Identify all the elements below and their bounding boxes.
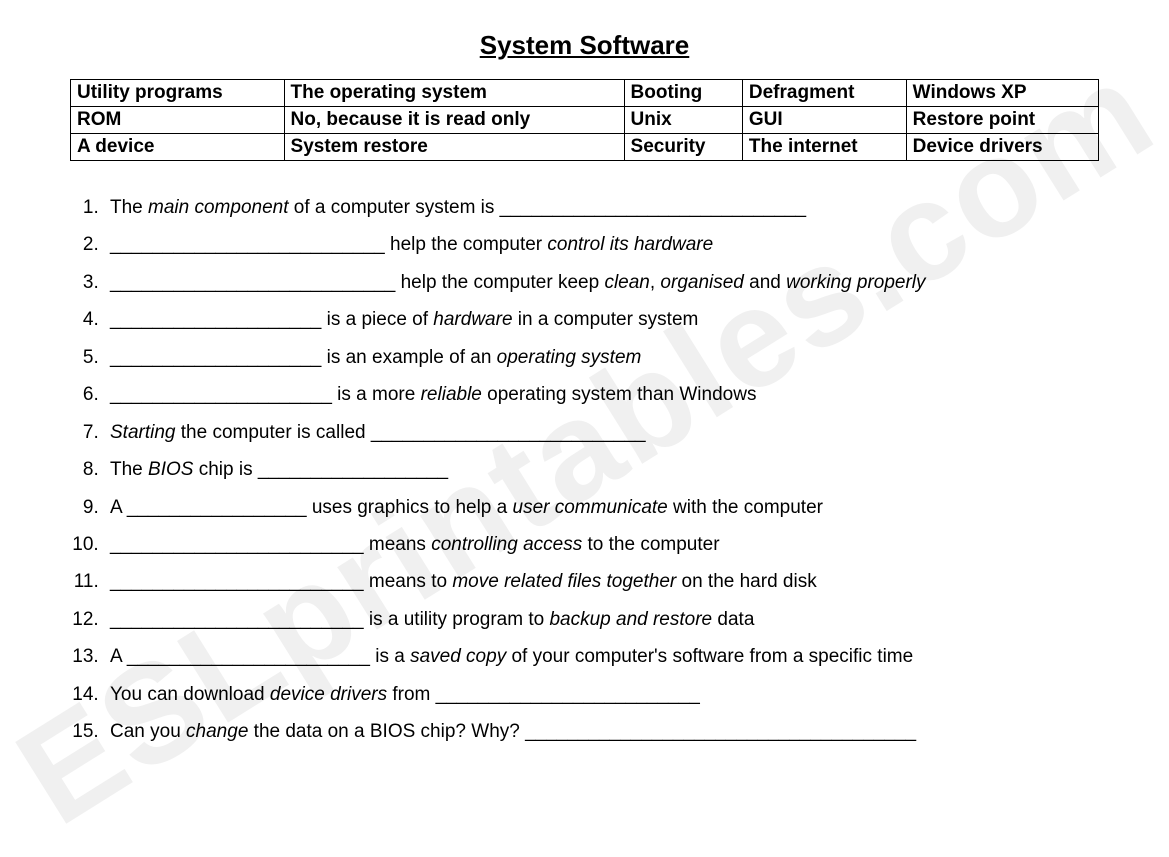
question-italic-segment: clean — [604, 272, 649, 293]
word-bank-cell: System restore — [284, 134, 624, 161]
question-text-segment: in a computer system — [513, 309, 699, 330]
worksheet-page: System Software Utility programsThe oper… — [0, 0, 1169, 781]
question-italic-segment: backup and restore — [549, 609, 712, 630]
question-text-segment: ____________________ is a piece of — [110, 309, 433, 330]
question-list: The main component of a computer system … — [70, 189, 1099, 751]
question-item: ________________________ means controlli… — [104, 526, 1099, 563]
question-italic-segment: organised — [660, 272, 743, 293]
question-italic-segment: Starting — [110, 422, 175, 443]
question-italic-segment: user communicate — [513, 497, 668, 518]
question-text-segment: data — [712, 609, 754, 630]
question-text-segment: ________________________ is a utility pr… — [110, 609, 549, 630]
question-item: _____________________ is a more reliable… — [104, 376, 1099, 413]
word-bank-cell: The operating system — [284, 80, 624, 107]
question-text-segment: from _________________________ — [387, 684, 700, 705]
question-item: ____________________ is an example of an… — [104, 339, 1099, 376]
question-item: A _________________ uses graphics to hel… — [104, 489, 1099, 526]
question-text-segment: of your computer's software from a speci… — [506, 646, 913, 667]
question-text-segment: ___________________________ help the com… — [110, 272, 604, 293]
question-item: Can you change the data on a BIOS chip? … — [104, 713, 1099, 750]
question-text-segment: A _______________________ is a — [110, 646, 410, 667]
question-text-segment: _____________________ is a more — [110, 384, 421, 405]
word-bank-cell: GUI — [742, 107, 906, 134]
word-bank-cell: Booting — [624, 80, 742, 107]
question-item: ___________________________ help the com… — [104, 264, 1099, 301]
question-item: ________________________ means to move r… — [104, 563, 1099, 600]
question-text-segment: ________________________ means to — [110, 571, 452, 592]
question-text-segment: ________________________ means — [110, 534, 431, 555]
question-italic-segment: device drivers — [270, 684, 387, 705]
question-italic-segment: hardware — [433, 309, 512, 330]
word-bank-cell: Restore point — [906, 107, 1098, 134]
question-item: Starting the computer is called ________… — [104, 414, 1099, 451]
word-bank-cell: Unix — [624, 107, 742, 134]
question-italic-segment: main component — [148, 197, 288, 218]
question-text-segment: the computer is called _________________… — [175, 422, 645, 443]
word-bank-cell: A device — [71, 134, 285, 161]
question-item: ____________________ is a piece of hardw… — [104, 301, 1099, 338]
question-text-segment: and — [744, 272, 786, 293]
question-italic-segment: control its hardware — [547, 234, 713, 255]
question-text-segment: on the hard disk — [676, 571, 816, 592]
question-text-segment: of a computer system is ________________… — [289, 197, 807, 218]
question-item: A _______________________ is a saved cop… — [104, 638, 1099, 675]
question-text-segment: , — [650, 272, 661, 293]
question-text-segment: ____________________ is an example of an — [110, 347, 497, 368]
word-bank-table: Utility programsThe operating systemBoot… — [70, 79, 1099, 161]
word-bank-cell: Security — [624, 134, 742, 161]
question-item: The main component of a computer system … — [104, 189, 1099, 226]
question-italic-segment: saved copy — [410, 646, 506, 667]
question-text-segment: to the computer — [582, 534, 719, 555]
question-text-segment: the data on a BIOS chip? Why? __________… — [248, 721, 916, 742]
page-title: System Software — [70, 30, 1099, 61]
question-text-segment: A _________________ uses graphics to hel… — [110, 497, 513, 518]
word-bank-cell: Utility programs — [71, 80, 285, 107]
question-text-segment: The — [110, 459, 148, 480]
question-text-segment: Can you — [110, 721, 186, 742]
question-italic-segment: working properly — [786, 272, 925, 293]
question-italic-segment: reliable — [421, 384, 482, 405]
word-bank-row: ROMNo, because it is read onlyUnixGUIRes… — [71, 107, 1099, 134]
question-text-segment: The — [110, 197, 148, 218]
question-item: The BIOS chip is __________________ — [104, 451, 1099, 488]
question-italic-segment: BIOS — [148, 459, 193, 480]
word-bank-cell: Windows XP — [906, 80, 1098, 107]
question-item: You can download device drivers from ___… — [104, 676, 1099, 713]
question-italic-segment: controlling access — [431, 534, 582, 555]
word-bank-row: Utility programsThe operating systemBoot… — [71, 80, 1099, 107]
question-text-segment: __________________________ help the comp… — [110, 234, 547, 255]
word-bank-cell: Defragment — [742, 80, 906, 107]
word-bank-cell: No, because it is read only — [284, 107, 624, 134]
question-italic-segment: operating system — [497, 347, 642, 368]
word-bank-cell: Device drivers — [906, 134, 1098, 161]
word-bank-cell: ROM — [71, 107, 285, 134]
question-text-segment: chip is __________________ — [193, 459, 448, 480]
question-text-segment: with the computer — [668, 497, 823, 518]
question-italic-segment: move related files together — [452, 571, 676, 592]
word-bank-row: A deviceSystem restoreSecurityThe intern… — [71, 134, 1099, 161]
question-text-segment: You can download — [110, 684, 270, 705]
question-text-segment: operating system than Windows — [482, 384, 757, 405]
question-item: ________________________ is a utility pr… — [104, 601, 1099, 638]
question-item: __________________________ help the comp… — [104, 226, 1099, 263]
word-bank-cell: The internet — [742, 134, 906, 161]
question-italic-segment: change — [186, 721, 248, 742]
